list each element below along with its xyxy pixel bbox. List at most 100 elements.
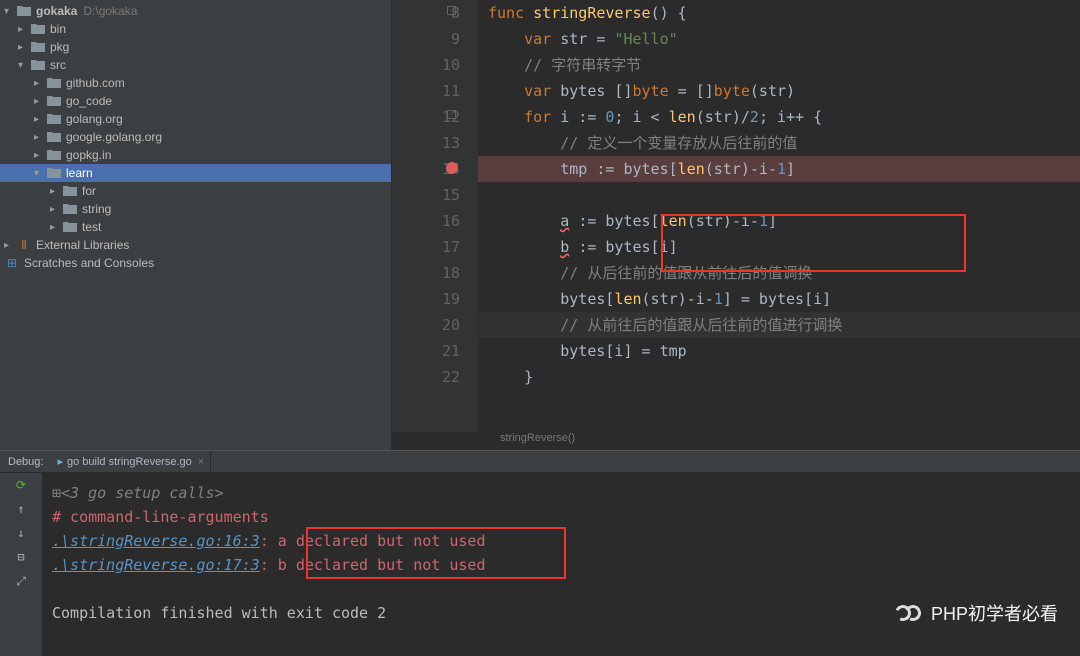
external-libraries[interactable]: ▸ ⫴ External Libraries [0,236,391,254]
code-line-20[interactable]: // 从前往后的值跟从后往前的值进行调换 [478,312,1080,338]
chevron-down-icon: ▾ [4,6,16,17]
line-number[interactable]: 10 [392,52,460,78]
code-content[interactable]: func stringReverse() { var str = "Hello"… [478,0,1080,432]
tree-item-github-com[interactable]: ▸github.com [0,74,391,92]
project-path: D:\gokaka [83,4,137,18]
console-line [52,577,1070,601]
chevron-icon: ▸ [18,24,30,35]
folder-icon [62,221,78,233]
chevron-icon: ▸ [18,42,30,53]
code-line-19[interactable]: bytes[len(str)-i-1] = bytes[i] [478,286,1080,312]
console-line: ⊞<3 go setup calls> [52,481,1070,505]
tree-item-src[interactable]: ▾src [0,56,391,74]
line-number[interactable]: 22 [392,364,460,390]
file-link[interactable]: .\stringReverse.go:17:3 [52,556,260,574]
step-icon[interactable]: ↑ [13,501,29,517]
line-number[interactable]: 20 [392,312,460,338]
go-file-icon: ▸ [57,455,63,468]
folder-icon [30,59,46,71]
line-number[interactable]: 13 [392,130,460,156]
debug-tab[interactable]: ▸ go build stringReverse.go × [51,451,211,473]
code-line-13[interactable]: // 定义一个变量存放从后往前的值 [478,130,1080,156]
watermark: PHP初学者必看 [895,600,1058,626]
tree-item-google-golang-org[interactable]: ▸google.golang.org [0,128,391,146]
library-icon: ⫴ [16,238,32,253]
project-name: gokaka [36,4,77,18]
console-line: # command-line-arguments [52,505,1070,529]
chevron-icon: ▾ [18,60,30,71]
folder-icon [16,5,32,17]
code-line-18[interactable]: // 从后往前的值跟从前往后的值调换 [478,260,1080,286]
line-gutter[interactable]: 8-9101112-13141516171819202122 [392,0,478,432]
chevron-icon: ▸ [34,114,46,125]
fold-icon[interactable]: - [447,110,456,119]
file-link[interactable]: .\stringReverse.go:16:3 [52,532,260,550]
project-root[interactable]: ▾ gokaka D:\gokaka [0,2,391,20]
line-number[interactable]: 19 [392,286,460,312]
chevron-icon: ▸ [50,204,62,215]
fold-icon[interactable]: - [447,6,456,15]
tree-item-bin[interactable]: ▸bin [0,20,391,38]
line-number[interactable]: 17 [392,234,460,260]
line-number[interactable]: 11 [392,78,460,104]
tree-item-test[interactable]: ▸test [0,218,391,236]
code-editor[interactable]: 8-9101112-13141516171819202122 func stri… [392,0,1080,450]
folder-icon [62,185,78,197]
chevron-icon: ▸ [34,150,46,161]
rerun-icon[interactable]: ⟳ [13,477,29,493]
chevron-icon: ▸ [34,96,46,107]
folder-icon [46,149,62,161]
code-line-9[interactable]: var str = "Hello" [478,26,1080,52]
tree-item-string[interactable]: ▸string [0,200,391,218]
code-line-15[interactable] [478,182,1080,208]
code-line-8[interactable]: func stringReverse() { [478,0,1080,26]
code-line-16[interactable]: a := bytes[len(str)-i-1] [478,208,1080,234]
line-number[interactable]: 15 [392,182,460,208]
tree-item-for[interactable]: ▸for [0,182,391,200]
line-number[interactable]: 14 [392,156,460,182]
project-tree: ▾ gokaka D:\gokaka ▸bin▸pkg▾src▸github.c… [0,0,392,450]
tree-item-golang-org[interactable]: ▸golang.org [0,110,391,128]
line-number[interactable]: 12- [392,104,460,130]
line-number[interactable]: 9 [392,26,460,52]
code-line-21[interactable]: bytes[i] = tmp [478,338,1080,364]
code-line-14[interactable]: tmp := bytes[len(str)-i-1] [478,156,1080,182]
code-line-22[interactable]: } [478,364,1080,390]
scratches-icon: ⊞ [4,256,20,270]
folder-icon [46,113,62,125]
layout-icon[interactable]: ⊟ [13,549,29,565]
folder-icon [46,167,62,179]
console-line: .\stringReverse.go:16:3: a declared but … [52,529,1070,553]
pin-icon[interactable]: ⤢ [13,573,29,589]
chevron-icon: ▸ [34,78,46,89]
folder-icon [46,77,62,89]
code-line-12[interactable]: for i := 0; i < len(str)/2; i++ { [478,104,1080,130]
folder-icon [62,203,78,215]
debug-toolbar: ⟳ ↑ ↓ ⊟ ⤢ [0,473,42,656]
code-line-11[interactable]: var bytes []byte = []byte(str) [478,78,1080,104]
chevron-icon: ▸ [34,132,46,143]
code-line-10[interactable]: // 字符串转字节 [478,52,1080,78]
line-number[interactable]: 16 [392,208,460,234]
chevron-right-icon: ▸ [4,240,16,251]
tree-item-pkg[interactable]: ▸pkg [0,38,391,56]
chevron-icon: ▸ [50,222,62,233]
debug-tab-label: go build stringReverse.go [67,456,192,468]
code-line-17[interactable]: b := bytes[i] [478,234,1080,260]
debug-console[interactable]: ⊞<3 go setup calls># command-line-argume… [42,473,1080,656]
scratches-consoles[interactable]: ⊞ Scratches and Consoles [0,254,391,272]
line-number[interactable]: 18 [392,260,460,286]
folder-icon [46,95,62,107]
chevron-icon: ▾ [34,168,46,179]
stop-icon[interactable]: ↓ [13,525,29,541]
breadcrumb[interactable]: stringReverse() [392,432,1080,450]
console-line: .\stringReverse.go:17:3: b declared but … [52,553,1070,577]
tree-item-learn[interactable]: ▾learn [0,164,391,182]
tree-item-go_code[interactable]: ▸go_code [0,92,391,110]
breakpoint-icon[interactable] [446,162,458,174]
wechat-icon [895,601,923,625]
tree-item-gopkg-in[interactable]: ▸gopkg.in [0,146,391,164]
line-number[interactable]: 8- [392,0,460,26]
line-number[interactable]: 21 [392,338,460,364]
close-icon[interactable]: × [198,456,204,468]
